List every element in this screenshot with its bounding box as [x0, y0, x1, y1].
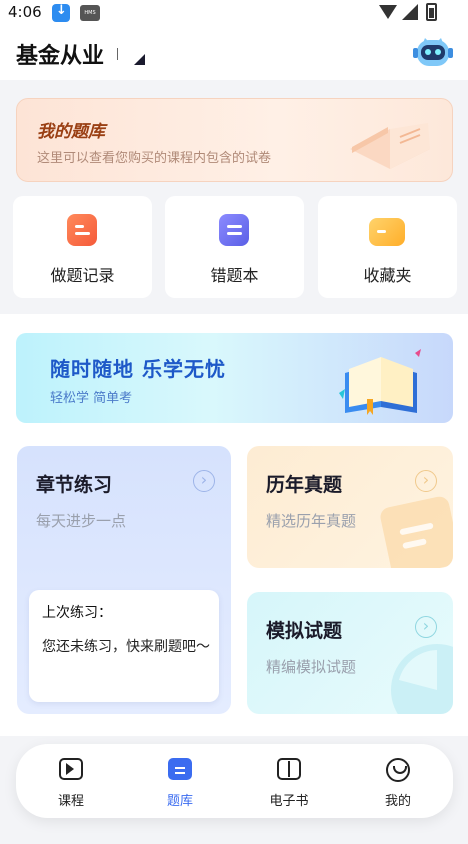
app-header: 基金从业: [0, 26, 468, 80]
video-icon: [59, 758, 83, 780]
my-bank-title: 我的题库: [37, 122, 105, 142]
tab-label: 我的: [384, 794, 411, 809]
card-subtitle: 精编模拟试题: [266, 658, 357, 676]
book-illustration-icon: [339, 349, 421, 415]
category-switch-caret-icon[interactable]: [134, 54, 145, 65]
paper-decoration-icon: [380, 496, 453, 568]
last-practice-message: 您还未练习，快来刷题吧～: [42, 639, 210, 655]
last-practice-title: 上次练习：: [42, 605, 112, 621]
open-book-icon: [350, 123, 430, 169]
chevron-right-icon: ›: [415, 470, 437, 492]
exam-category-title[interactable]: 基金从业: [16, 38, 104, 70]
tab-label: 课程: [57, 794, 84, 809]
tab-ebook[interactable]: 电子书: [239, 744, 339, 818]
favorites-button[interactable]: 收藏夹: [318, 196, 457, 298]
card-title: 章节练习: [36, 474, 113, 496]
tab-me[interactable]: 我的: [348, 744, 448, 818]
my-bank-subtitle: 这里可以查看您购买的课程内包含的试卷: [37, 151, 272, 166]
chevron-right-icon: ›: [415, 616, 437, 638]
wrong-question-book-button[interactable]: 错题本: [165, 196, 304, 298]
chevron-right-icon: ›: [193, 470, 215, 492]
mock-exams-card[interactable]: 模拟试题 精编模拟试题 ›: [247, 592, 453, 714]
card-title: 历年真题: [266, 474, 343, 496]
record-icon: [67, 214, 97, 246]
quick-action-label: 做题记录: [50, 266, 115, 285]
quick-action-label: 收藏夹: [363, 266, 412, 285]
bottom-tab-bar: 课程 题库 电子书 我的: [16, 744, 453, 818]
wifi-icon: [379, 5, 397, 19]
wrong-book-icon: [219, 214, 249, 246]
my-question-bank-card[interactable]: 我的题库 这里可以查看您购买的课程内包含的试卷: [16, 98, 453, 182]
card-subtitle: 每天进步一点: [36, 512, 127, 530]
signal-icon: [402, 4, 418, 20]
ebook-icon: [277, 758, 301, 780]
tab-courses[interactable]: 课程: [21, 744, 121, 818]
status-time: 4:06: [8, 3, 42, 21]
card-subtitle: 精选历年真题: [266, 512, 357, 530]
title-divider: [117, 48, 118, 60]
download-icon: [52, 3, 70, 22]
practice-record-button[interactable]: 做题记录: [13, 196, 152, 298]
tab-label: 电子书: [269, 794, 309, 809]
banner-title: 随时随地 乐学无忧: [50, 357, 226, 381]
past-exams-card[interactable]: 历年真题 精选历年真题 ›: [247, 446, 453, 568]
clock-decoration-icon: [391, 644, 453, 714]
folder-icon: [369, 218, 405, 246]
quick-action-label: 错题本: [210, 266, 259, 285]
last-practice-box[interactable]: 上次练习： 您还未练习，快来刷题吧～: [29, 590, 219, 702]
promo-banner[interactable]: 随时随地 乐学无忧 轻松学 简单考: [16, 333, 453, 423]
status-bar: 4:06 HMS: [0, 0, 468, 26]
tab-question-bank[interactable]: 题库: [130, 744, 230, 818]
card-title: 模拟试题: [266, 620, 343, 642]
battery-icon: [426, 3, 437, 21]
profile-icon: [386, 758, 410, 782]
tab-label: 题库: [166, 794, 193, 809]
robot-avatar-icon[interactable]: [413, 34, 453, 70]
question-bank-icon: [168, 758, 192, 780]
hms-icon: HMS: [80, 5, 100, 21]
banner-subtitle: 轻松学 简单考: [50, 391, 133, 406]
